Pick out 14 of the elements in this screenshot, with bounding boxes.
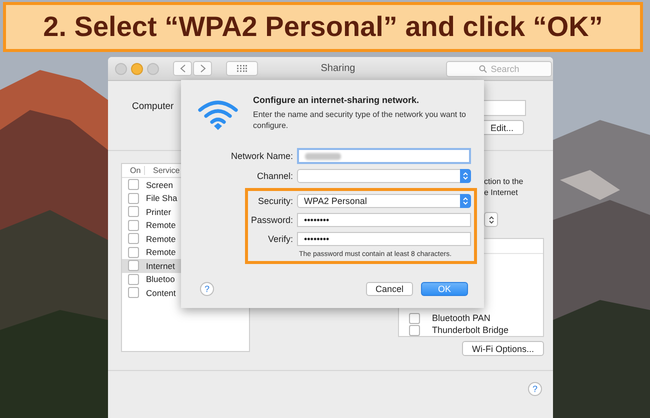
field-label: Security: bbox=[256, 196, 293, 206]
field-label: Verify: bbox=[266, 234, 293, 244]
field-label: Password: bbox=[250, 215, 293, 225]
description-text: ction to the bbox=[484, 176, 524, 187]
dialog-title: Configure an internet-sharing network. bbox=[253, 95, 420, 105]
description-text: e Internet bbox=[484, 187, 519, 198]
window-title: Sharing bbox=[320, 63, 356, 74]
column-header: On bbox=[129, 166, 142, 175]
field-label: Channel: bbox=[256, 171, 293, 181]
field-label: Network Name: bbox=[230, 151, 293, 161]
column-header: Service bbox=[144, 166, 180, 175]
dialog-description: Enter the name and security type of the network you want to configure. bbox=[253, 109, 468, 131]
banner-text: 2. Select “WPA2 Personal” and click “OK” bbox=[43, 11, 603, 43]
field-label: Computer bbox=[132, 101, 174, 112]
